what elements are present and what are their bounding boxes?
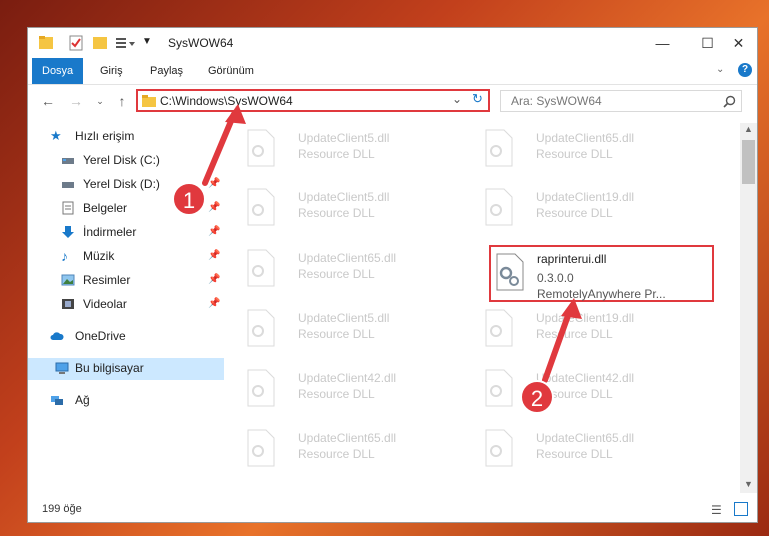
download-icon xyxy=(62,226,74,238)
file-item[interactable]: UpdateClient65.dll Resource DLL xyxy=(224,245,444,293)
folder-icon[interactable] xyxy=(38,34,54,52)
sidebar-item-network[interactable]: Ağ xyxy=(28,390,224,412)
up-arrow-icon[interactable]: ↑ xyxy=(112,91,132,111)
ribbon-expand-icon[interactable]: ⌄ xyxy=(716,64,724,75)
dll-file-icon xyxy=(247,429,275,467)
title-bar: ▼ SysWOW64 — ☐ ✕ xyxy=(28,28,757,58)
highlighted-file-item[interactable]: raprinterui.dll 0.3.0.0 RemotelyAnywhere… xyxy=(489,245,714,302)
address-bar[interactable]: C:\Windows\SysWOW64 ⌄ ↻ xyxy=(136,89,490,112)
dll-file-icon xyxy=(485,129,513,167)
scroll-up-icon[interactable]: ▲ xyxy=(744,124,753,134)
status-bar: 199 öğe ☰ xyxy=(28,498,757,522)
star-icon: ★ xyxy=(50,128,62,143)
step-badge-2: 2 xyxy=(520,380,554,414)
folder-icon xyxy=(142,95,156,107)
dll-file-icon xyxy=(485,309,513,347)
sidebar-item-disk-c[interactable]: Yerel Disk (C:) xyxy=(28,150,224,172)
dll-file-icon xyxy=(247,129,275,167)
file-item[interactable]: UpdateClient5.dll Resource DLL xyxy=(224,184,444,232)
forward-arrow-icon[interactable]: → xyxy=(66,91,86,111)
customize-icon[interactable] xyxy=(114,34,136,52)
search-placeholder: Ara: SysWOW64 xyxy=(511,94,602,108)
address-dropdown-icon[interactable]: ⌄ xyxy=(452,92,462,106)
sidebar-item-onedrive[interactable]: OneDrive xyxy=(28,326,224,348)
network-icon xyxy=(51,396,63,405)
sidebar-item-this-pc[interactable]: Bu bilgisayar xyxy=(28,358,224,380)
pin-icon[interactable]: 📌 xyxy=(208,226,220,237)
ribbon-tabs: Dosya Giriş Paylaş Görünüm ⌄ ? xyxy=(28,58,757,85)
sidebar-item-music[interactable]: ♪ Müzik 📌 xyxy=(28,246,224,268)
file-item[interactable]: UpdateClient65.dll Resource DLL xyxy=(224,425,444,473)
vertical-scrollbar[interactable]: ▲ ▼ xyxy=(740,123,757,493)
file-item[interactable]: UpdateClient65.dll Resource DLL xyxy=(462,425,682,473)
back-arrow-icon[interactable]: ← xyxy=(38,91,58,111)
pin-icon[interactable]: 📌 xyxy=(208,298,220,309)
search-box[interactable]: Ara: SysWOW64 xyxy=(500,90,742,112)
pin-icon[interactable]: 📌 xyxy=(208,202,220,213)
minimize-button[interactable]: — xyxy=(640,28,685,58)
sidebar-item-downloads[interactable]: İndirmeler 📌 xyxy=(28,222,224,244)
file-name: raprinterui.dll xyxy=(537,252,607,266)
dll-file-icon xyxy=(485,369,513,407)
file-item[interactable]: UpdateClient42.dll Resource DLL xyxy=(224,365,444,413)
dll-file-icon xyxy=(485,429,513,467)
window-title: SysWOW64 xyxy=(168,36,234,50)
file-item[interactable]: UpdateClient5.dll Resource DLL xyxy=(224,125,444,173)
dll-file-icon xyxy=(247,188,275,226)
file-item[interactable]: UpdateClient19.dll Resource DLL xyxy=(462,305,682,353)
refresh-icon[interactable]: ↻ xyxy=(472,91,483,107)
file-item[interactable]: UpdateClient65.dll Resource DLL xyxy=(462,125,682,173)
new-folder-icon[interactable] xyxy=(92,34,108,52)
details-view-icon[interactable]: ☰ xyxy=(711,503,722,517)
address-path: C:\Windows\SysWOW64 xyxy=(160,94,293,108)
sidebar-item-pictures[interactable]: Resimler 📌 xyxy=(28,270,224,292)
tab-share[interactable]: Paylaş xyxy=(140,58,193,84)
navigation-pane: ★ Hızlı erişim Yerel Disk (C:) Yerel Dis… xyxy=(28,123,224,493)
pictures-icon xyxy=(61,274,75,286)
tab-file[interactable]: Dosya xyxy=(32,58,84,84)
file-list: UpdateClient5.dll Resource DLL UpdateCli… xyxy=(224,123,740,493)
pin-icon[interactable]: 📌 xyxy=(208,178,220,189)
scroll-down-icon[interactable]: ▼ xyxy=(744,479,753,489)
music-icon: ♪ xyxy=(61,248,68,264)
dll-file-icon xyxy=(247,249,275,287)
sidebar-item-videos[interactable]: Videolar 📌 xyxy=(28,294,224,316)
large-icons-view-icon[interactable] xyxy=(734,502,748,516)
recent-chevron-icon[interactable]: ⌄ xyxy=(90,91,110,111)
tab-view[interactable]: Görünüm xyxy=(198,58,264,84)
search-icon[interactable] xyxy=(723,95,736,108)
properties-icon[interactable] xyxy=(68,34,84,52)
dll-file-icon xyxy=(485,188,513,226)
file-company: RemotelyAnywhere Pr... xyxy=(537,287,666,301)
file-item[interactable]: UpdateClient5.dll Resource DLL xyxy=(224,305,444,353)
sidebar-item-quick-access[interactable]: ★ Hızlı erişim xyxy=(28,126,224,148)
pin-icon[interactable]: 📌 xyxy=(208,250,220,261)
drive-icon xyxy=(62,182,74,188)
chevron-down-icon[interactable]: ▼ xyxy=(142,36,158,54)
cloud-icon xyxy=(50,332,64,340)
scroll-thumb[interactable] xyxy=(742,140,755,184)
dll-file-icon xyxy=(496,253,524,291)
tab-home[interactable]: Giriş xyxy=(90,58,133,84)
file-item[interactable]: UpdateClient42.dll Resource DLL xyxy=(462,365,682,413)
documents-icon xyxy=(62,201,74,215)
computer-icon xyxy=(55,362,69,374)
dll-file-icon xyxy=(247,309,275,347)
help-icon[interactable]: ? xyxy=(738,63,752,77)
step-badge-1: 1 xyxy=(172,182,206,216)
explorer-window: ▼ SysWOW64 — ☐ ✕ Dosya Giriş Paylaş Görü… xyxy=(27,27,758,523)
file-item[interactable]: UpdateClient19.dll Resource DLL xyxy=(462,184,682,232)
item-count: 199 öğe xyxy=(42,503,82,515)
dll-file-icon xyxy=(247,369,275,407)
video-icon xyxy=(62,299,74,309)
pin-icon[interactable]: 📌 xyxy=(208,274,220,285)
drive-icon xyxy=(62,158,74,164)
close-button[interactable]: ✕ xyxy=(716,28,757,58)
navigation-bar: ← → ⌄ ↑ C:\Windows\SysWOW64 ⌄ ↻ Ara: Sys… xyxy=(28,85,757,117)
file-version: 0.3.0.0 xyxy=(537,271,574,285)
